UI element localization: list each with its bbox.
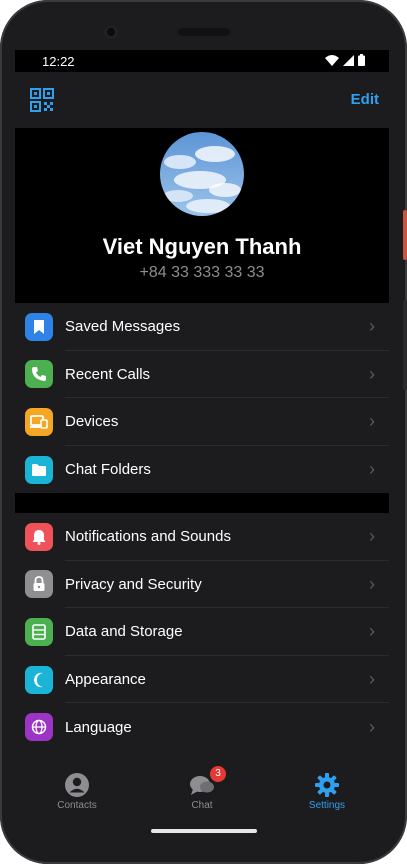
bottom-tab-bar: Contacts 3 Chat Settings bbox=[15, 762, 389, 820]
chevron-right-icon: › bbox=[369, 716, 375, 737]
menu-item-label: Privacy and Security bbox=[65, 575, 202, 593]
gear-icon bbox=[315, 773, 339, 797]
battery-icon bbox=[358, 54, 365, 66]
storage-icon bbox=[25, 617, 53, 646]
menu-item-recent-calls[interactable]: Recent Calls › bbox=[15, 351, 389, 399]
menu-item-label: Saved Messages bbox=[65, 318, 181, 336]
screen: 12:22 Edit Viet Nguyen Thanh +84 33 333 … bbox=[15, 50, 389, 820]
qr-code-icon[interactable] bbox=[30, 88, 54, 112]
settings-group-main: Saved Messages › Recent Calls › Devices … bbox=[15, 303, 389, 493]
menu-item-privacy[interactable]: Privacy and Security › bbox=[15, 561, 389, 609]
status-bar: 12:22 bbox=[15, 50, 389, 72]
menu-item-devices[interactable]: Devices › bbox=[15, 398, 389, 446]
chevron-right-icon: › bbox=[369, 411, 375, 432]
menu-item-chat-folders[interactable]: Chat Folders › bbox=[15, 446, 389, 494]
chevron-right-icon: › bbox=[369, 621, 375, 642]
tab-chat[interactable]: 3 Chat bbox=[140, 762, 264, 820]
moon-icon bbox=[25, 665, 53, 694]
chevron-right-icon: › bbox=[369, 459, 375, 480]
status-time: 12:22 bbox=[42, 54, 75, 69]
menu-item-label: Notifications and Sounds bbox=[65, 528, 231, 546]
tab-label: Contacts bbox=[57, 800, 97, 811]
earpiece-speaker bbox=[178, 28, 230, 36]
chevron-right-icon: › bbox=[369, 573, 375, 594]
chevron-right-icon: › bbox=[369, 363, 375, 384]
devices-icon bbox=[25, 407, 53, 436]
menu-item-label: Appearance bbox=[65, 671, 146, 689]
bookmark-icon bbox=[25, 312, 53, 341]
front-camera bbox=[104, 25, 118, 39]
menu-item-label: Devices bbox=[65, 413, 119, 431]
status-icons bbox=[325, 54, 365, 66]
menu-item-label: Recent Calls bbox=[65, 365, 151, 383]
chevron-right-icon: › bbox=[369, 669, 375, 690]
wifi-icon bbox=[325, 54, 339, 66]
top-bezel bbox=[0, 0, 407, 50]
chevron-right-icon: › bbox=[369, 526, 375, 547]
profile-name: Viet Nguyen Thanh bbox=[102, 234, 302, 259]
tab-contacts[interactable]: Contacts bbox=[15, 762, 139, 820]
home-indicator bbox=[151, 829, 257, 833]
avatar[interactable] bbox=[160, 132, 244, 216]
folder-icon bbox=[25, 455, 53, 484]
globe-icon bbox=[25, 713, 53, 742]
tab-label: Chat bbox=[191, 800, 213, 811]
unread-badge: 3 bbox=[210, 766, 226, 782]
phone-frame: 12:22 Edit Viet Nguyen Thanh +84 33 333 … bbox=[0, 0, 407, 864]
person-icon bbox=[65, 773, 89, 797]
settings-header: Edit bbox=[15, 72, 389, 128]
power-button bbox=[403, 210, 407, 260]
profile-phone: +84 33 333 33 33 bbox=[139, 264, 265, 281]
menu-item-label: Language bbox=[65, 718, 132, 736]
menu-item-notifications[interactable]: Notifications and Sounds › bbox=[15, 513, 389, 561]
menu-item-label: Chat Folders bbox=[65, 461, 151, 479]
bell-icon bbox=[25, 522, 53, 551]
signal-icon bbox=[343, 54, 354, 66]
phone-icon bbox=[25, 360, 53, 389]
menu-item-appearance[interactable]: Appearance › bbox=[15, 656, 389, 704]
settings-group-preferences: Notifications and Sounds › Privacy and S… bbox=[15, 513, 389, 763]
edit-button[interactable]: Edit bbox=[351, 91, 379, 108]
menu-item-label: Data and Storage bbox=[65, 623, 183, 641]
menu-item-data-storage[interactable]: Data and Storage › bbox=[15, 608, 389, 656]
lock-icon bbox=[25, 570, 53, 599]
volume-button bbox=[403, 300, 407, 390]
menu-item-saved-messages[interactable]: Saved Messages › bbox=[15, 303, 389, 351]
menu-item-language[interactable]: Language › bbox=[15, 703, 389, 751]
profile-section: Viet Nguyen Thanh +84 33 333 33 33 bbox=[15, 128, 389, 303]
tab-label: Settings bbox=[308, 800, 346, 811]
chevron-right-icon: › bbox=[369, 316, 375, 337]
tab-settings[interactable]: Settings bbox=[265, 762, 389, 820]
